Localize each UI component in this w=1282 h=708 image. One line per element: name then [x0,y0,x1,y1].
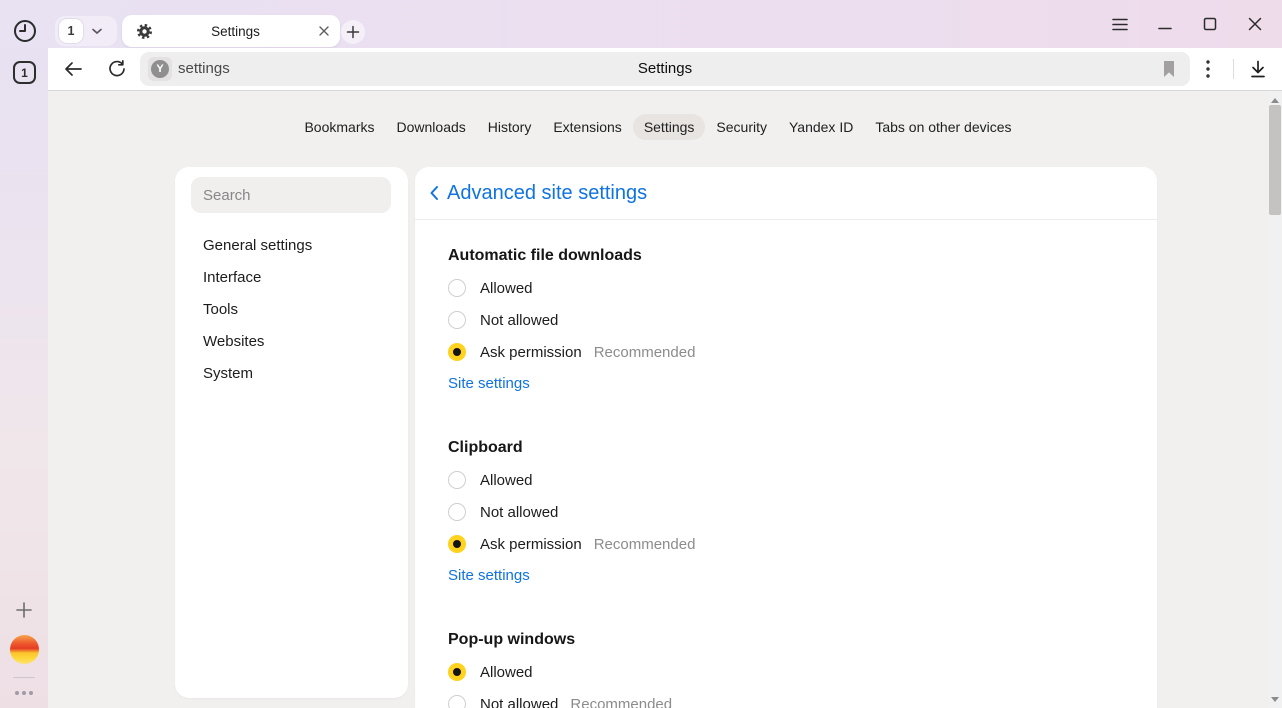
radio-selected-icon[interactable] [448,535,466,553]
nav-tab-yandex-id[interactable]: Yandex ID [778,114,864,140]
settings-sections: Automatic file downloads Allowed Not allow… [415,248,1157,708]
radio-option-ask-permission[interactable]: Ask permission Recommended [448,336,1124,368]
recommended-badge: Recommended [594,344,696,361]
window-controls [1105,8,1270,40]
chevron-down-icon[interactable] [91,27,103,35]
titlebar: 1 Settings [0,0,1282,48]
radio-option-allowed[interactable]: Allowed [448,464,1124,496]
tab-counter-pill[interactable]: 1 [55,16,117,46]
page-title[interactable]: Advanced site settings [447,182,647,205]
sidebar-item-websites[interactable]: Websites [175,326,408,358]
nav-tab-security[interactable]: Security [705,114,778,140]
site-settings-link[interactable]: Site settings [448,372,530,396]
kebab-menu-icon[interactable] [1194,55,1222,83]
recommended-badge: Recommended [594,536,696,553]
section-pop-up-windows: Pop-up windows Allowed Not allowed Recommen… [448,632,1124,708]
radio-option-allowed[interactable]: Allowed [448,656,1124,688]
nav-tab-bookmarks[interactable]: Bookmarks [293,114,385,140]
nav-tab-downloads[interactable]: Downloads [386,114,477,140]
radio-label: Not allowed [480,312,558,329]
address-page-title: Settings [638,52,692,86]
sidebar-item-interface[interactable]: Interface [175,262,408,294]
history-clock-icon[interactable] [11,17,39,45]
radio-label: Ask permission [480,536,582,553]
new-tab-button[interactable] [341,20,365,44]
settings-main-panel: Advanced site settings Automatic file do… [415,167,1157,708]
yandex-favicon-icon: Y [151,60,169,78]
radio-selected-icon[interactable] [448,343,466,361]
section-title: Automatic file downloads [448,248,1124,264]
tab-counter-badge[interactable]: 1 [59,19,83,43]
radio-selected-icon[interactable] [448,663,466,681]
sidebar-item-system[interactable]: System [175,358,408,390]
nav-tab-extensions[interactable]: Extensions [542,114,632,140]
advanced-site-settings-header[interactable]: Advanced site settings [415,167,1157,220]
radio-label: Ask permission [480,344,582,361]
close-button[interactable] [1240,9,1270,39]
sidebar-item-general-settings[interactable]: General settings [175,230,408,262]
bookmark-icon[interactable] [1158,58,1180,80]
section-clipboard: Clipboard Allowed Not allowed Ask permissio… [448,440,1124,588]
scrollbar-down-arrow[interactable] [1271,697,1279,702]
more-options-icon[interactable] [12,691,36,695]
radio-option-not-allowed[interactable]: Not allowed [448,496,1124,528]
nav-tab-settings[interactable]: Settings [633,114,706,140]
settings-nav: BookmarksDownloadsHistoryExtensionsSetti… [48,114,1268,140]
yandex-browser-logo-icon[interactable] [10,635,39,664]
site-favicon-badge: Y [148,57,172,81]
maximize-button[interactable] [1195,9,1225,39]
browser-window: 1 Settings [0,0,1282,708]
menu-hamburger-icon[interactable] [1105,9,1135,39]
radio-option-ask-permission[interactable]: Ask permission Recommended [448,528,1124,560]
toolbar-separator [1233,59,1234,79]
reload-button[interactable] [103,55,131,83]
back-button[interactable] [59,55,87,83]
browser-tab-settings[interactable]: Settings [122,15,340,47]
radio-label: Not allowed [480,504,558,521]
back-chevron-icon[interactable] [429,185,439,201]
radio-unselected-icon[interactable] [448,503,466,521]
nav-tab-tabs-on-other-devices[interactable]: Tabs on other devices [864,114,1022,140]
section-title: Pop-up windows [448,632,1124,648]
downloads-icon[interactable] [1244,55,1272,83]
rail-tab-count-button[interactable]: 1 [13,61,36,84]
radio-option-not-allowed[interactable]: Not allowed [448,304,1124,336]
page-content: BookmarksDownloadsHistoryExtensionsSetti… [48,90,1282,708]
radio-label: Allowed [480,472,533,489]
address-url[interactable]: settings [178,52,230,86]
radio-label: Not allowed [480,696,558,708]
recommended-badge: Recommended [570,696,672,708]
minimize-button[interactable] [1150,9,1180,39]
section-title: Clipboard [448,440,1124,456]
toolbar: Y settings Settings [48,48,1282,90]
address-bar[interactable]: Y settings Settings [140,52,1190,86]
rail-divider [13,677,35,678]
settings-sidebar-panel: General settingsInterfaceToolsWebsitesSy… [175,167,408,698]
radio-label: Allowed [480,664,533,681]
radio-unselected-icon[interactable] [448,471,466,489]
radio-option-allowed[interactable]: Allowed [448,272,1124,304]
radio-option-not-allowed[interactable]: Not allowed Recommended [448,688,1124,708]
sidebar-rail: 1 [0,48,48,708]
section-automatic-file-downloads: Automatic file downloads Allowed Not allow… [448,248,1124,396]
radio-unselected-icon[interactable] [448,311,466,329]
page-scrollbar[interactable] [1268,91,1282,708]
radio-label: Allowed [480,280,533,297]
rail-plus-icon[interactable] [12,598,36,622]
sidebar-item-tools[interactable]: Tools [175,294,408,326]
tab-close-icon[interactable] [318,25,330,37]
nav-tab-history[interactable]: History [477,114,543,140]
tab-title: Settings [153,24,318,39]
radio-unselected-icon[interactable] [448,695,466,708]
settings-menu-list: General settingsInterfaceToolsWebsitesSy… [175,230,408,390]
site-settings-link[interactable]: Site settings [448,564,530,588]
radio-unselected-icon[interactable] [448,279,466,297]
gear-icon [136,23,153,40]
scrollbar-up-arrow[interactable] [1271,98,1279,103]
search-input[interactable] [191,177,391,213]
scrollbar-thumb[interactable] [1269,105,1281,215]
